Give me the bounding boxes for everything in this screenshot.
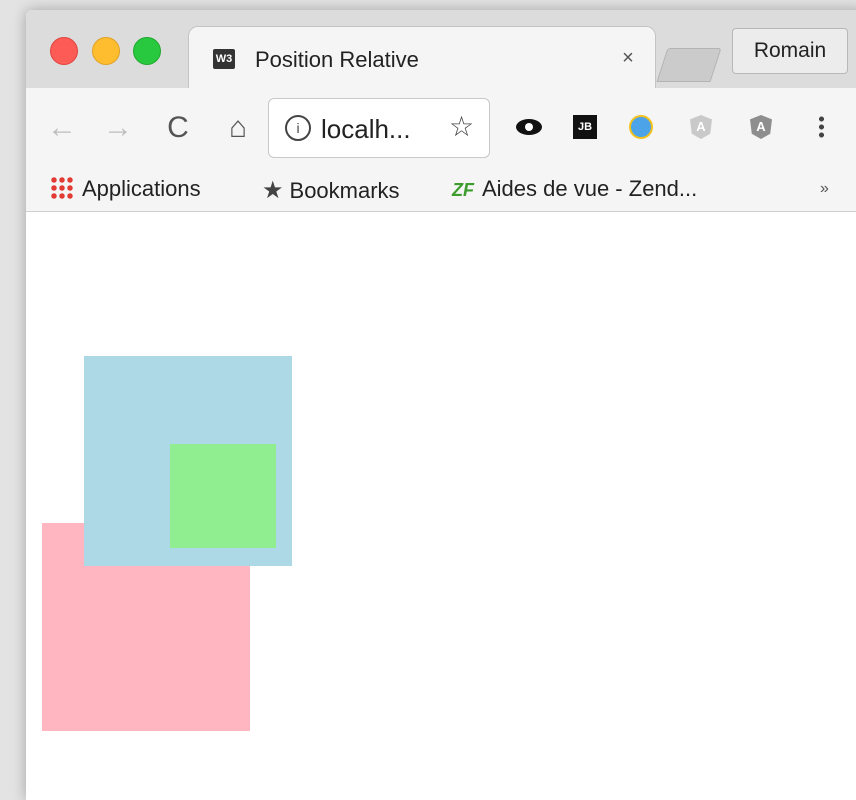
jetbrains-extension-icon[interactable]: JB (570, 112, 600, 142)
address-bar[interactable]: i localh... ☆ (268, 98, 490, 158)
forward-arrow-icon[interactable]: → (98, 108, 138, 148)
bookmark-applications-label: Applications (82, 176, 201, 201)
active-tab[interactable]: W3 Position Relative × (188, 26, 656, 91)
tab-title: Position Relative (255, 47, 419, 72)
tab-strip: W3 Position Relative × Romain (26, 10, 856, 91)
tab-close-icon[interactable]: × (617, 47, 639, 69)
new-tab-button[interactable] (656, 48, 722, 82)
reload-icon[interactable]: C (158, 108, 198, 148)
bookmarks-bar: Applications ★ Bookmarks ZF Aides de vue -… (26, 170, 856, 212)
profile-button[interactable]: Romain (732, 28, 848, 74)
bookmark-star-icon[interactable]: ☆ (449, 110, 474, 143)
browser-window: W3 Position Relative × Romain ← → C ⌂ i … (26, 10, 856, 800)
alarm-clock-extension-icon[interactable] (626, 112, 656, 142)
window-maximize-button[interactable] (133, 37, 161, 65)
page-content (26, 212, 856, 800)
menu-kebab-icon[interactable] (806, 112, 836, 142)
window-minimize-button[interactable] (92, 37, 120, 65)
zend-framework-icon: ZF (452, 180, 474, 200)
bookmark-bookmarks-folder[interactable]: ★ Bookmarks (262, 176, 400, 205)
bookmark-bookmarks-label: Bookmarks (289, 178, 400, 203)
home-icon[interactable]: ⌂ (218, 108, 258, 148)
star-icon: ★ (262, 177, 284, 204)
site-info-icon[interactable]: i (285, 115, 311, 141)
green-box (170, 444, 276, 548)
browser-toolbar: ← → C ⌂ i localh... ☆ JB A A (26, 88, 856, 170)
address-text[interactable]: localh... (321, 114, 411, 145)
angular-extension-icon-light[interactable]: A (686, 112, 716, 142)
eye-extension-icon[interactable] (514, 112, 544, 142)
w3-favicon-icon: W3 (213, 49, 235, 69)
apps-grid-icon (50, 176, 74, 200)
bookmark-applications[interactable]: Applications (50, 176, 201, 202)
angular-extension-icon-dark[interactable]: A (746, 112, 776, 142)
bookmark-zend[interactable]: ZF Aides de vue - Zend... (452, 176, 697, 202)
window-close-button[interactable] (50, 37, 78, 65)
back-arrow-icon[interactable]: ← (42, 108, 82, 148)
bookmark-zend-label: Aides de vue - Zend... (482, 176, 698, 201)
bookmarks-overflow-icon[interactable]: » (820, 180, 829, 198)
